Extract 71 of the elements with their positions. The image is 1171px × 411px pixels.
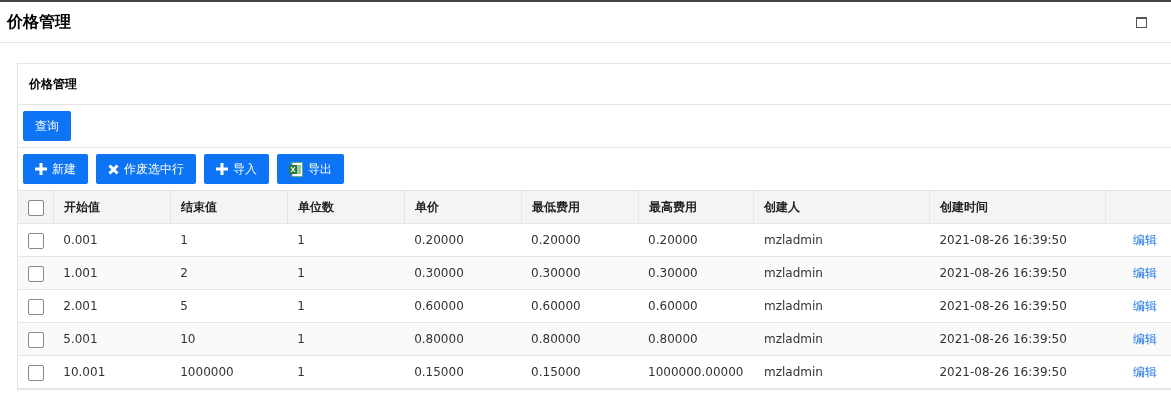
edit-link[interactable]: 编辑: [1132, 299, 1157, 313]
table-cell: 0.15000: [414, 365, 464, 379]
table-cell: mzladmin: [764, 233, 823, 247]
table-cell: mzladmin: [764, 299, 823, 313]
table-cell: 2021-08-26 16:39:50: [939, 233, 1067, 247]
checkbox[interactable]: [28, 298, 44, 315]
table-cell: 1: [297, 332, 305, 346]
plus-icon: [216, 163, 228, 175]
table-cell: 1: [297, 266, 305, 280]
page-title: 价格管理: [7, 11, 71, 33]
table-cell: 5: [180, 299, 188, 313]
column-header: 创建时间: [939, 200, 988, 214]
close-icon: [108, 163, 119, 175]
table-cell: 0.20000: [648, 233, 698, 247]
table-cell: 0.80000: [648, 332, 698, 346]
table-cell: 2021-08-26 16:39:50: [939, 332, 1067, 346]
table-cell: 2021-08-26 16:39:50: [939, 299, 1067, 313]
checkbox[interactable]: [28, 265, 44, 282]
table-cell: 5.001: [63, 332, 98, 346]
plus-icon: [35, 163, 47, 175]
column-header: 开始值: [63, 200, 100, 214]
checkbox[interactable]: [28, 364, 44, 381]
table-cell: 0.30000: [648, 266, 698, 280]
toolbar-button[interactable]: 作废选中行: [96, 154, 196, 184]
table-cell: 2021-08-26 16:39:50: [939, 266, 1067, 280]
edit-link[interactable]: 编辑: [1132, 365, 1157, 379]
table-cell: 1: [297, 233, 305, 247]
table-cell: 1: [180, 233, 188, 247]
table-cell: 0.30000: [414, 266, 464, 280]
table-cell: 1000000.00000: [648, 365, 744, 379]
table-cell: 10: [180, 332, 196, 346]
column-header: 单位数: [297, 200, 334, 214]
column-header: 最低费用: [531, 200, 580, 214]
toolbar-button[interactable]: 新建: [23, 154, 88, 184]
table-cell: 0.15000: [531, 365, 581, 379]
column-header: 创建人: [764, 200, 801, 214]
column-header: 结束值: [180, 200, 217, 214]
table-cell: 0.20000: [414, 233, 464, 247]
table-cell: 2: [180, 266, 188, 280]
table-cell: 0.60000: [414, 299, 464, 313]
table-cell: 10.001: [63, 365, 106, 379]
table-cell: 0.30000: [531, 266, 581, 280]
table-cell: 0.60000: [648, 299, 698, 313]
panel-title: 价格管理: [29, 76, 77, 93]
table-cell: mzladmin: [764, 332, 823, 346]
table-cell: 0.60000: [531, 299, 581, 313]
table-cell: 0.80000: [414, 332, 464, 346]
checkbox[interactable]: [28, 199, 44, 216]
toolbar-button[interactable]: 导入: [204, 154, 269, 184]
edit-link[interactable]: 编辑: [1132, 332, 1157, 346]
edit-link[interactable]: 编辑: [1132, 266, 1157, 280]
toolbar-button[interactable]: 导出: [277, 154, 344, 184]
spreadsheet-icon: [289, 161, 303, 177]
table-cell: 0.20000: [531, 233, 581, 247]
column-header: 最高费用: [648, 200, 697, 214]
query-button[interactable]: 查询: [23, 111, 71, 141]
checkbox[interactable]: [28, 331, 44, 348]
table-cell: 1: [297, 365, 305, 379]
table-cell: 1: [297, 299, 305, 313]
edit-link[interactable]: 编辑: [1132, 233, 1157, 247]
table-cell: 2021-08-26 16:39:50: [939, 365, 1067, 379]
table-cell: mzladmin: [764, 266, 823, 280]
table-cell: mzladmin: [764, 365, 823, 379]
maximize-icon[interactable]: [1136, 16, 1147, 28]
checkbox[interactable]: [28, 232, 44, 249]
table-cell: 2.001: [63, 299, 98, 313]
table-cell: 0.80000: [531, 332, 581, 346]
column-header: 单价: [414, 200, 439, 214]
table-cell: 1.001: [63, 266, 98, 280]
table-cell: 0.001: [63, 233, 98, 247]
table-cell: 1000000: [180, 365, 234, 379]
